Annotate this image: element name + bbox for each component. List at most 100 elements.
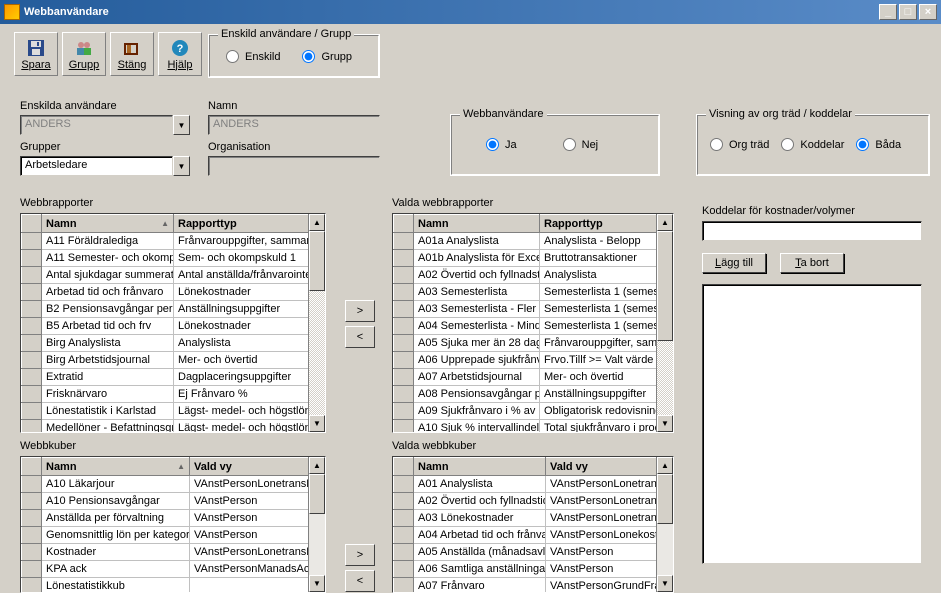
table-row[interactable]: A07 FrånvaroVAnstPersonGrundFranvaro: [394, 578, 657, 593]
table-row[interactable]: A01a AnalyslistaAnalyslista - Belopp: [394, 233, 657, 250]
table-row[interactable]: Antal sjukdagar summeratAntal anställda/…: [22, 267, 309, 284]
table-row[interactable]: A09 Sjukfrånvaro i % avObligatorisk redo…: [394, 403, 657, 420]
scroll-up[interactable]: ▲: [309, 457, 325, 474]
lagg-till-button[interactable]: Lägg till: [702, 253, 766, 273]
table-row[interactable]: A11 Semester- och okompskuldSem- och oko…: [22, 250, 309, 267]
table-row[interactable]: A05 Anställda (månadsavlönade)VAnstPerso…: [394, 544, 657, 561]
lagg-till-rest: ägg till: [721, 257, 753, 269]
table-row[interactable]: A03 SemesterlistaSemesterlista 1 (semest…: [394, 284, 657, 301]
grupper-combo[interactable]: Arbetsledare ▼: [20, 156, 190, 176]
radio-koddelar[interactable]: Koddelar: [781, 138, 844, 151]
chevron-down-icon[interactable]: ▼: [173, 156, 190, 176]
scroll-thumb[interactable]: [657, 231, 673, 341]
spara-button[interactable]: Spara: [14, 32, 58, 76]
window-title: Webbanvändare: [24, 6, 109, 18]
scroll-down[interactable]: ▼: [309, 575, 325, 592]
chevron-down-icon[interactable]: ▼: [173, 115, 190, 135]
table-row[interactable]: A08 Pensionsavgångar perAnställningsuppg…: [394, 386, 657, 403]
scroll-down[interactable]: ▼: [657, 415, 673, 432]
column-header[interactable]: Namn: [414, 458, 546, 476]
visning-groupbox: Visning av org träd / koddelar Org träd …: [696, 114, 930, 176]
table-row[interactable]: Lönestatistik i KarlstadLägst- medel- oc…: [22, 403, 309, 420]
table-row[interactable]: A04 Semesterlista - MindreSemesterlista …: [394, 318, 657, 335]
table-row[interactable]: Arbetad tid och frånvaroLönekostnader: [22, 284, 309, 301]
table-row[interactable]: A06 Upprepade sjukfrånvaroFrvo.Tillf >= …: [394, 352, 657, 369]
scrollbar[interactable]: ▲▼: [308, 457, 325, 592]
scroll-up[interactable]: ▲: [657, 214, 673, 231]
table-row[interactable]: B5 Arbetad tid och frvLönekostnader: [22, 318, 309, 335]
table-row[interactable]: A01b Analyslista för ExcelBruttotransakt…: [394, 250, 657, 267]
grid-valda-webbrapporter[interactable]: NamnRapporttypA01a AnalyslistaAnalyslist…: [392, 213, 674, 433]
column-header[interactable]: Rapporttyp: [174, 215, 309, 233]
radio-nej[interactable]: Nej: [563, 138, 599, 151]
hjalp-button[interactable]: ? Hjälp: [158, 32, 202, 76]
radio-enskild[interactable]: Enskild: [226, 50, 280, 63]
table-row[interactable]: A10 Sjuk % intervallindelatTotal sjukfrå…: [394, 420, 657, 433]
column-header[interactable]: Vald vy: [546, 458, 657, 476]
move-right-reports[interactable]: >: [345, 300, 375, 322]
table-row[interactable]: KostnaderVAnstPersonLonetransBrutto: [22, 544, 309, 561]
scrollbar[interactable]: ▲▼: [656, 457, 673, 592]
table-row[interactable]: Birg AnalyslistaAnalyslista: [22, 335, 309, 352]
move-left-kuber[interactable]: <: [345, 570, 375, 592]
scrollbar[interactable]: ▲▼: [656, 214, 673, 432]
scroll-up[interactable]: ▲: [657, 457, 673, 474]
user-type-groupbox: Enskild användare / Grupp Enskild Grupp: [208, 34, 380, 78]
grid-webbrapporter[interactable]: Namn▲RapporttypA11 FöräldraledigaFrånvar…: [20, 213, 326, 433]
koddelar-listbox[interactable]: [702, 284, 922, 564]
table-row[interactable]: Medellöner - BefattningsgruppLägst- mede…: [22, 420, 309, 433]
table-row[interactable]: Lönestatistikkub: [22, 578, 309, 593]
scroll-down[interactable]: ▼: [657, 575, 673, 592]
grid-webbkuber[interactable]: Namn▲Vald vyA10 LäkarjourVAnstPersonLone…: [20, 456, 326, 593]
table-row[interactable]: A06 Samtliga anställningarVAnstPerson: [394, 561, 657, 578]
table-row[interactable]: FrisknärvaroEj Frånvaro %: [22, 386, 309, 403]
move-left-reports[interactable]: <: [345, 326, 375, 348]
table-row[interactable]: KPA ackVAnstPersonManadsAckar: [22, 561, 309, 578]
stang-button[interactable]: Stäng: [110, 32, 154, 76]
table-row[interactable]: A05 Sjuka mer än 28 dagarFrånvarouppgift…: [394, 335, 657, 352]
table-row[interactable]: A10 LäkarjourVAnstPersonLonetransBrutto: [22, 476, 309, 493]
namn-label: Namn: [208, 100, 237, 112]
table-row[interactable]: A02 Övertid och fyllnadstidAnalyslista: [394, 267, 657, 284]
table-row[interactable]: A10 PensionsavgångarVAnstPerson: [22, 493, 309, 510]
grupper-label: Grupper: [20, 141, 60, 153]
scroll-thumb[interactable]: [657, 474, 673, 524]
koddelar-input[interactable]: [702, 221, 922, 241]
grid-valda-webbkuber[interactable]: NamnVald vyA01 AnalyslistaVAnstPersonLon…: [392, 456, 674, 593]
table-row[interactable]: A11 FöräldraledigaFrånvarouppgifter, sam…: [22, 233, 309, 250]
close-button[interactable]: ×: [919, 4, 937, 20]
column-header[interactable]: Namn: [414, 215, 540, 233]
app-icon: [4, 4, 20, 20]
table-row[interactable]: A01 AnalyslistaVAnstPersonLonetransBrutt…: [394, 476, 657, 493]
move-right-kuber[interactable]: >: [345, 544, 375, 566]
table-row[interactable]: Genomsnittlig lön per kategoriVAnstPerso…: [22, 527, 309, 544]
column-header[interactable]: Namn▲: [42, 215, 174, 233]
radio-grupp[interactable]: Grupp: [302, 50, 352, 63]
radio-bada[interactable]: Båda: [856, 138, 901, 151]
column-header[interactable]: Namn▲: [42, 458, 190, 476]
maximize-button[interactable]: □: [899, 4, 917, 20]
radio-orgtrad[interactable]: Org träd: [710, 138, 769, 151]
grupp-button[interactable]: Grupp: [62, 32, 106, 76]
table-row[interactable]: Birg ArbetstidsjournalMer- och övertid: [22, 352, 309, 369]
table-row[interactable]: B2 Pensionsavgångar perAnställningsuppgi…: [22, 301, 309, 318]
table-row[interactable]: A04 Arbetad tid och frånvaroVAnstPersonL…: [394, 527, 657, 544]
column-header[interactable]: Vald vy: [190, 458, 309, 476]
table-row[interactable]: A03 LönekostnaderVAnstPersonLonetransBru…: [394, 510, 657, 527]
table-row[interactable]: A03 Semesterlista - FlerSemesterlista 1 …: [394, 301, 657, 318]
table-row[interactable]: ExtratidDagplaceringsuppgifter: [22, 369, 309, 386]
table-row[interactable]: A02 Övertid och fyllnadstidVAnstPersonLo…: [394, 493, 657, 510]
spara-label: Spara: [21, 59, 50, 71]
enskilda-combo[interactable]: ANDERS ▼: [20, 115, 190, 135]
scroll-thumb[interactable]: [309, 474, 325, 514]
table-row[interactable]: A07 ArbetstidsjournalMer- och övertid: [394, 369, 657, 386]
scrollbar[interactable]: ▲▼: [308, 214, 325, 432]
radio-ja[interactable]: Ja: [486, 138, 517, 151]
scroll-down[interactable]: ▼: [309, 415, 325, 432]
table-row[interactable]: Anställda per förvaltningVAnstPerson: [22, 510, 309, 527]
scroll-up[interactable]: ▲: [309, 214, 325, 231]
column-header[interactable]: Rapporttyp: [540, 215, 657, 233]
minimize-button[interactable]: _: [879, 4, 897, 20]
ta-bort-button[interactable]: Ta bort: [780, 253, 844, 273]
scroll-thumb[interactable]: [309, 231, 325, 291]
